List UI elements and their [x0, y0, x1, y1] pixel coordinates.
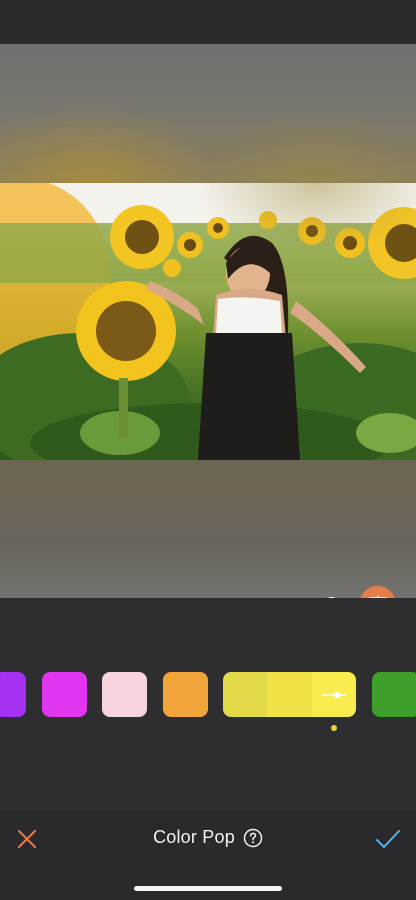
shade-adjust-handle[interactable]: [311, 672, 356, 717]
color-picker-panel: [0, 598, 416, 810]
canvas-area: [0, 44, 416, 598]
editor-title: Color Pop: [153, 827, 235, 847]
help-icon[interactable]: [243, 828, 263, 848]
swatch-purple[interactable]: [0, 672, 26, 717]
yellow-shade-2[interactable]: [267, 672, 312, 717]
swatch-magenta[interactable]: [42, 672, 87, 717]
photo-illustration: [0, 183, 416, 460]
compare-button[interactable]: [359, 586, 396, 598]
footer-toolbar: Color Pop: [0, 810, 416, 900]
intensity-slider[interactable]: [0, 584, 416, 598]
swatch-orange[interactable]: [163, 672, 208, 717]
selected-indicator: [331, 725, 337, 731]
home-indicator: [134, 886, 282, 891]
yellow-shade-1[interactable]: [223, 672, 268, 717]
swatch-pink[interactable]: [102, 672, 147, 717]
title-group: Color Pop: [0, 827, 416, 848]
checkmark-icon: [376, 830, 400, 848]
top-bar: [0, 0, 416, 44]
photo-preview[interactable]: [0, 183, 416, 460]
confirm-button[interactable]: [374, 826, 402, 852]
swatch-green[interactable]: [372, 672, 416, 717]
slider-handle-icon: [321, 691, 346, 698]
